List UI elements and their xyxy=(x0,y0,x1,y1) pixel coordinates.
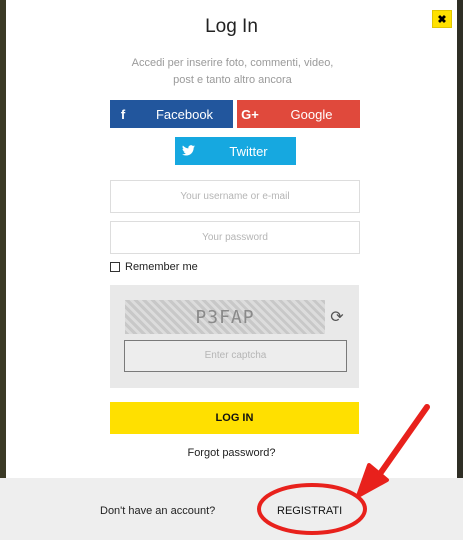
login-button[interactable]: LOG IN xyxy=(110,402,359,434)
refresh-icon: ⟳ xyxy=(330,309,344,326)
twitter-label: Twitter xyxy=(229,143,268,159)
google-plus-icon: G+ xyxy=(241,106,259,122)
background-page-right xyxy=(457,0,463,540)
captcha-image: P3FAP xyxy=(125,300,325,334)
subtitle-line-1: Accedi per inserire foto, commenti, vide… xyxy=(131,57,334,69)
username-input[interactable]: Your username or e-mail xyxy=(110,180,360,213)
modal-subtitle: Accedi per inserire foto, commenti, vide… xyxy=(90,55,375,89)
register-link[interactable]: REGISTRATI xyxy=(277,505,342,517)
refresh-captcha-button[interactable]: ⟳ xyxy=(325,300,349,334)
google-label: Google xyxy=(290,106,333,122)
captcha-panel: P3FAP ⟳ Enter captcha xyxy=(110,285,359,388)
remember-me[interactable]: Remember me xyxy=(110,261,198,273)
remember-me-label: Remember me xyxy=(125,261,198,273)
twitter-bird-icon xyxy=(175,144,201,159)
password-input[interactable]: Your password xyxy=(110,221,360,254)
no-account-text: Don't have an account? xyxy=(100,505,216,517)
facebook-label: Facebook xyxy=(155,106,214,122)
register-footer: Don't have an account? REGISTRATI xyxy=(0,478,463,540)
remember-me-checkbox[interactable] xyxy=(110,262,120,272)
captcha-input[interactable]: Enter captcha xyxy=(124,340,347,372)
modal-title: Log In xyxy=(205,16,258,37)
facebook-login-button[interactable]: f Facebook xyxy=(110,100,233,128)
google-login-button[interactable]: G+ Google xyxy=(237,100,360,128)
subtitle-line-2: post e tanto altro ancora xyxy=(173,74,292,86)
facebook-icon: f xyxy=(120,106,126,122)
forgot-password-link[interactable]: Forgot password? xyxy=(0,447,463,459)
twitter-login-button[interactable]: Twitter xyxy=(175,137,296,165)
